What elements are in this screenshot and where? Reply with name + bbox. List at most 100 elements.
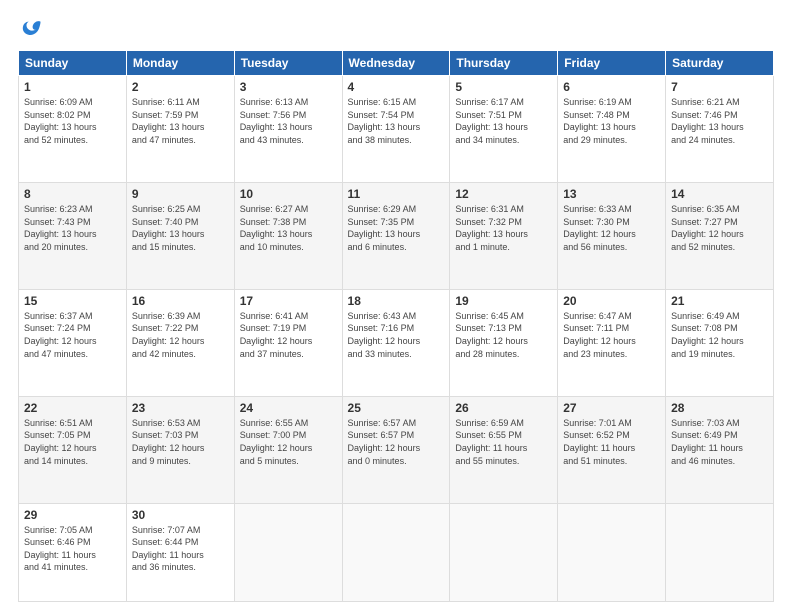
day-number: 17 [240,294,337,308]
day-number: 9 [132,187,229,201]
day-number: 5 [455,80,552,94]
cell-content: Sunrise: 6:41 AM Sunset: 7:19 PM Dayligh… [240,310,337,360]
calendar-cell: 6Sunrise: 6:19 AM Sunset: 7:48 PM Daylig… [558,76,666,183]
page: SundayMondayTuesdayWednesdayThursdayFrid… [0,0,792,612]
calendar-cell [234,503,342,601]
week-row-2: 8 Sunrise: 6:23 AM Sunset: 7:43 PM Daylig… [19,182,774,289]
day-number: 15 [24,294,121,308]
header-friday: Friday [558,51,666,76]
calendar-cell: 13 Sunrise: 6:33 AM Sunset: 7:30 PM Dayli… [558,182,666,289]
logo-bird-icon [20,18,42,40]
calendar-header-row: SundayMondayTuesdayWednesdayThursdayFrid… [19,51,774,76]
cell-content: Sunrise: 6:55 AM Sunset: 7:00 PM Dayligh… [240,417,337,467]
day-number: 10 [240,187,337,201]
calendar-cell: 18 Sunrise: 6:43 AM Sunset: 7:16 PM Dayli… [342,289,450,396]
calendar-cell: 22 Sunrise: 6:51 AM Sunset: 7:05 PM Dayli… [19,396,127,503]
calendar-cell: 30Sunrise: 7:07 AM Sunset: 6:44 PM Dayli… [126,503,234,601]
cell-content: Sunrise: 6:53 AM Sunset: 7:03 PM Dayligh… [132,417,229,467]
header-tuesday: Tuesday [234,51,342,76]
calendar-cell: 24 Sunrise: 6:55 AM Sunset: 7:00 PM Dayli… [234,396,342,503]
week-row-3: 15 Sunrise: 6:37 AM Sunset: 7:24 PM Dayli… [19,289,774,396]
calendar-cell [450,503,558,601]
week-row-4: 22 Sunrise: 6:51 AM Sunset: 7:05 PM Dayli… [19,396,774,503]
day-number: 19 [455,294,552,308]
day-number: 14 [671,187,768,201]
calendar-cell: 3 Sunrise: 6:13 AM Sunset: 7:56 PM Daylig… [234,76,342,183]
day-number: 21 [671,294,768,308]
cell-content: Sunrise: 6:11 AM Sunset: 7:59 PM Dayligh… [132,96,229,146]
cell-content: Sunrise: 6:25 AM Sunset: 7:40 PM Dayligh… [132,203,229,253]
week-row-5: 29 Sunrise: 7:05 AM Sunset: 6:46 PM Dayli… [19,503,774,601]
header-sunday: Sunday [19,51,127,76]
cell-content: Sunrise: 6:43 AM Sunset: 7:16 PM Dayligh… [348,310,445,360]
day-number: 11 [348,187,445,201]
calendar-cell: 4 Sunrise: 6:15 AM Sunset: 7:54 PM Daylig… [342,76,450,183]
calendar-cell: 11 Sunrise: 6:29 AM Sunset: 7:35 PM Dayli… [342,182,450,289]
day-number: 2 [132,80,229,94]
calendar-cell: 27 Sunrise: 7:01 AM Sunset: 6:52 PM Dayli… [558,396,666,503]
cell-content: Sunrise: 6:45 AM Sunset: 7:13 PM Dayligh… [455,310,552,360]
calendar-cell: 8 Sunrise: 6:23 AM Sunset: 7:43 PM Daylig… [19,182,127,289]
day-number: 25 [348,401,445,415]
calendar-cell: 15 Sunrise: 6:37 AM Sunset: 7:24 PM Dayli… [19,289,127,396]
header-saturday: Saturday [666,51,774,76]
calendar-cell: 19 Sunrise: 6:45 AM Sunset: 7:13 PM Dayli… [450,289,558,396]
logo [18,18,42,40]
calendar-cell: 21 Sunrise: 6:49 AM Sunset: 7:08 PM Dayli… [666,289,774,396]
cell-content: Sunrise: 6:39 AM Sunset: 7:22 PM Dayligh… [132,310,229,360]
cell-content: Sunrise: 7:01 AM Sunset: 6:52 PM Dayligh… [563,417,660,467]
cell-content: Sunrise: 6:33 AM Sunset: 7:30 PM Dayligh… [563,203,660,253]
cell-content: Sunrise: 7:07 AM Sunset: 6:44 PM Dayligh… [132,524,229,574]
cell-content: Sunrise: 6:09 AM Sunset: 8:02 PM Dayligh… [24,96,121,146]
header-wednesday: Wednesday [342,51,450,76]
calendar-table: SundayMondayTuesdayWednesdayThursdayFrid… [18,50,774,602]
calendar-cell: 29 Sunrise: 7:05 AM Sunset: 6:46 PM Dayli… [19,503,127,601]
calendar-cell [342,503,450,601]
day-number: 12 [455,187,552,201]
day-number: 16 [132,294,229,308]
cell-content: Sunrise: 6:51 AM Sunset: 7:05 PM Dayligh… [24,417,121,467]
cell-content: Sunrise: 6:59 AM Sunset: 6:55 PM Dayligh… [455,417,552,467]
day-number: 7 [671,80,768,94]
day-number: 8 [24,187,121,201]
calendar-cell: 7 Sunrise: 6:21 AM Sunset: 7:46 PM Daylig… [666,76,774,183]
cell-content: Sunrise: 6:35 AM Sunset: 7:27 PM Dayligh… [671,203,768,253]
calendar-cell: 16 Sunrise: 6:39 AM Sunset: 7:22 PM Dayli… [126,289,234,396]
calendar-cell: 2 Sunrise: 6:11 AM Sunset: 7:59 PM Daylig… [126,76,234,183]
day-number: 29 [24,508,121,522]
day-number: 1 [24,80,121,94]
day-number: 20 [563,294,660,308]
cell-content: Sunrise: 6:23 AM Sunset: 7:43 PM Dayligh… [24,203,121,253]
calendar-cell: 23 Sunrise: 6:53 AM Sunset: 7:03 PM Dayli… [126,396,234,503]
calendar-cell: 1 Sunrise: 6:09 AM Sunset: 8:02 PM Daylig… [19,76,127,183]
cell-content: Sunrise: 6:37 AM Sunset: 7:24 PM Dayligh… [24,310,121,360]
day-number: 4 [348,80,445,94]
day-number: 27 [563,401,660,415]
calendar-cell: 5Sunrise: 6:17 AM Sunset: 7:51 PM Daylig… [450,76,558,183]
day-number: 18 [348,294,445,308]
calendar-cell [666,503,774,601]
cell-content: Sunrise: 7:03 AM Sunset: 6:49 PM Dayligh… [671,417,768,467]
cell-content: Sunrise: 6:31 AM Sunset: 7:32 PM Dayligh… [455,203,552,253]
calendar-cell: 10 Sunrise: 6:27 AM Sunset: 7:38 PM Dayli… [234,182,342,289]
calendar-cell: 17 Sunrise: 6:41 AM Sunset: 7:19 PM Dayli… [234,289,342,396]
calendar-cell: 26 Sunrise: 6:59 AM Sunset: 6:55 PM Dayli… [450,396,558,503]
day-number: 22 [24,401,121,415]
day-number: 23 [132,401,229,415]
header-monday: Monday [126,51,234,76]
week-row-1: 1 Sunrise: 6:09 AM Sunset: 8:02 PM Daylig… [19,76,774,183]
cell-content: Sunrise: 6:29 AM Sunset: 7:35 PM Dayligh… [348,203,445,253]
day-number: 13 [563,187,660,201]
cell-content: Sunrise: 6:15 AM Sunset: 7:54 PM Dayligh… [348,96,445,146]
cell-content: Sunrise: 7:05 AM Sunset: 6:46 PM Dayligh… [24,524,121,574]
day-number: 3 [240,80,337,94]
cell-content: Sunrise: 6:49 AM Sunset: 7:08 PM Dayligh… [671,310,768,360]
calendar-cell: 12 Sunrise: 6:31 AM Sunset: 7:32 PM Dayli… [450,182,558,289]
day-number: 24 [240,401,337,415]
day-number: 28 [671,401,768,415]
cell-content: Sunrise: 6:13 AM Sunset: 7:56 PM Dayligh… [240,96,337,146]
cell-content: Sunrise: 6:27 AM Sunset: 7:38 PM Dayligh… [240,203,337,253]
day-number: 6 [563,80,660,94]
day-number: 26 [455,401,552,415]
cell-content: Sunrise: 6:21 AM Sunset: 7:46 PM Dayligh… [671,96,768,146]
